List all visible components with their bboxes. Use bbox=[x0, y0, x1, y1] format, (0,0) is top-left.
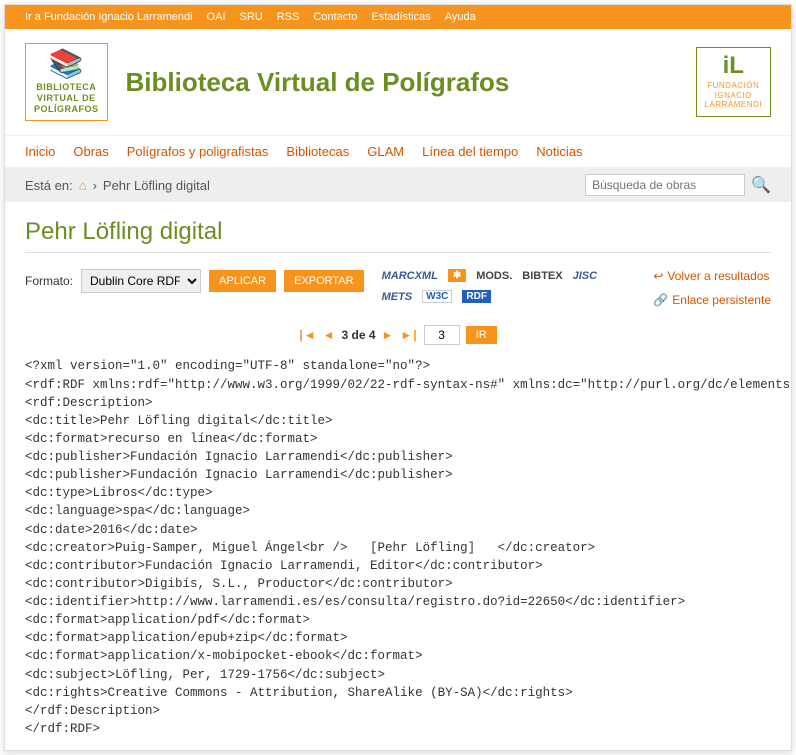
format-controls: Formato: Dublin Core RDF APLICAR EXPORTA… bbox=[25, 269, 771, 307]
breadcrumb-sep: › bbox=[93, 178, 97, 193]
search-icon[interactable]: 🔍 bbox=[751, 175, 771, 195]
mets-logo[interactable]: METS bbox=[382, 291, 413, 303]
nav-linea[interactable]: Línea del tiempo bbox=[422, 144, 518, 159]
arrow-left-icon: ↩ bbox=[653, 269, 663, 283]
nav-noticias[interactable]: Noticias bbox=[536, 144, 582, 159]
jisc-logo[interactable]: JISC bbox=[573, 270, 597, 282]
logo-right[interactable]: iL FUNDACIÓN IGNACIO LARRAMENDI bbox=[696, 47, 771, 117]
search-input[interactable] bbox=[585, 174, 745, 196]
topbar-link[interactable]: Ayuda bbox=[445, 11, 476, 23]
format-select[interactable]: Dublin Core RDF bbox=[81, 269, 201, 293]
breadcrumb: Está en: ⌂ › Pehr Löfling digital 🔍 bbox=[5, 168, 791, 202]
nav-poligrafos[interactable]: Polígrafos y poligrafistas bbox=[127, 144, 269, 159]
w3c-logo[interactable]: W3C bbox=[422, 290, 452, 303]
bibtex-logo[interactable]: BIBTEX bbox=[522, 270, 562, 282]
books-icon: 📚 bbox=[34, 50, 99, 78]
pager: |◄ ◄ 3 de 4 ► ►| IR bbox=[25, 325, 771, 345]
topbar-link[interactable]: Ir a Fundación Ignacio Larramendi bbox=[25, 11, 193, 23]
pager-position: 3 de 4 bbox=[341, 328, 375, 342]
nav-obras[interactable]: Obras bbox=[73, 144, 108, 159]
page-title: Pehr Löfling digital bbox=[25, 218, 771, 253]
topbar: Ir a Fundación Ignacio Larramendi OAI SR… bbox=[5, 5, 791, 29]
side-links: ↩ Volver a resultados 🔗 Enlace persisten… bbox=[653, 269, 771, 307]
apply-button[interactable]: APLICAR bbox=[209, 270, 276, 292]
nav-bibliotecas[interactable]: Bibliotecas bbox=[286, 144, 349, 159]
pager-input[interactable] bbox=[424, 325, 460, 345]
permalink-link[interactable]: 🔗 Enlace persistente bbox=[653, 293, 771, 307]
nav-glam[interactable]: GLAM bbox=[367, 144, 404, 159]
link-icon: 🔗 bbox=[653, 293, 668, 307]
pager-prev-icon[interactable]: ◄ bbox=[323, 328, 336, 342]
topbar-link[interactable]: Contacto bbox=[313, 11, 357, 23]
star-logo[interactable]: ✱ bbox=[448, 269, 466, 282]
pager-last-icon[interactable]: ►| bbox=[400, 328, 417, 342]
logo-right-text: FUNDACIÓN IGNACIO LARRAMENDI bbox=[705, 81, 762, 110]
marcxml-logo[interactable]: MARCXML bbox=[382, 270, 438, 282]
pager-next-icon[interactable]: ► bbox=[382, 328, 395, 342]
pager-first-icon[interactable]: |◄ bbox=[299, 328, 316, 342]
xml-output[interactable]: <?xml version="1.0" encoding="UTF-8" sta… bbox=[5, 357, 791, 744]
logo-left[interactable]: 📚 BIBLIOTECA VIRTUAL DE POLÍGRAFOS bbox=[25, 43, 108, 121]
breadcrumb-prefix: Está en: bbox=[25, 178, 73, 193]
format-label: Formato: bbox=[25, 274, 73, 288]
site-title: Biblioteca Virtual de Polígrafos bbox=[126, 67, 678, 98]
export-button[interactable]: EXPORTAR bbox=[284, 270, 364, 292]
back-to-results-link[interactable]: ↩ Volver a resultados bbox=[653, 269, 771, 283]
il-icon: iL bbox=[705, 54, 762, 78]
header: 📚 BIBLIOTECA VIRTUAL DE POLÍGRAFOS Bibli… bbox=[5, 29, 791, 135]
pager-go-button[interactable]: IR bbox=[466, 326, 497, 344]
rdf-logo[interactable]: RDF bbox=[462, 290, 491, 303]
breadcrumb-current: Pehr Löfling digital bbox=[103, 178, 210, 193]
home-icon[interactable]: ⌂ bbox=[79, 178, 87, 193]
topbar-link[interactable]: Estadísticas bbox=[371, 11, 430, 23]
nav-inicio[interactable]: Inicio bbox=[25, 144, 55, 159]
main-nav: Inicio Obras Polígrafos y poligrafistas … bbox=[5, 135, 791, 168]
format-logos: MARCXML ✱ MODS. BIBTEX JISC METS W3C RDF bbox=[382, 269, 612, 303]
mods-logo[interactable]: MODS. bbox=[476, 270, 512, 282]
logo-left-text: BIBLIOTECA VIRTUAL DE POLÍGRAFOS bbox=[34, 82, 99, 114]
search-box: 🔍 bbox=[585, 174, 771, 196]
topbar-link[interactable]: SRU bbox=[240, 11, 263, 23]
topbar-link[interactable]: OAI bbox=[207, 11, 226, 23]
topbar-link[interactable]: RSS bbox=[277, 11, 300, 23]
